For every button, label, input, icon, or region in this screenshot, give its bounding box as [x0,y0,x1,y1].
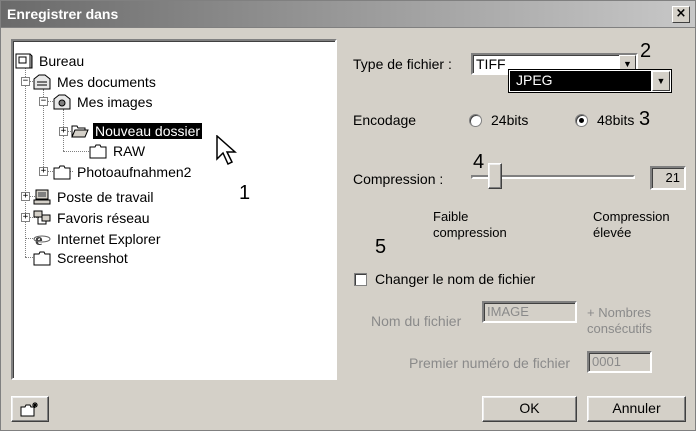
filename-input[interactable]: IMAGE [482,301,577,323]
svg-text:e: e [35,231,43,247]
tree-item-label: Nouveau dossier [93,123,203,139]
radio-24bits[interactable] [469,114,482,127]
callout-number: 4 [473,151,485,173]
tree-connector [63,151,89,152]
filetype-dropdown[interactable]: JPEG ▼ [508,69,672,93]
internet-explorer-icon: e [33,231,51,247]
tree-item-label: Mes images [77,94,153,110]
tree-item-screenshot[interactable]: Screenshot [33,249,130,267]
desktop-icon [15,53,33,69]
encoding-label: Encodage [353,112,417,128]
tree-item-label: Mes documents [57,74,156,90]
tree-item-mes-documents[interactable]: Mes documents [33,73,158,91]
tree-item-label: RAW [113,143,146,159]
folder-tree[interactable]: − − + + + + Bureau Mes documents Mes ima… [11,39,337,380]
callout-number: 1 [239,182,251,204]
low-compression-label: Faible [433,209,469,224]
tree-item-label: Poste de travail [57,189,154,205]
compression-value: 21 [650,166,686,190]
save-dialog: Enregistrer dans × − − + + + + Bureau Me… [0,0,696,431]
folder-icon [33,251,51,266]
pictures-folder-icon [53,94,71,110]
filetype-label: Type de fichier : [353,56,452,72]
expand-toggle[interactable]: + [21,213,30,222]
filetype-value: TIFF [476,56,506,72]
tree-item-label: Internet Explorer [57,231,161,247]
mouse-pointer-icon [216,135,237,166]
tree-item-poste-de-travail[interactable]: Poste de travail [33,188,156,206]
tree-item-favoris-reseau[interactable]: Favoris réseau [33,209,152,227]
callout-number: 5 [375,236,387,258]
high-compression-label: Compression [593,209,670,224]
cancel-button[interactable]: Annuler [587,396,686,422]
expand-toggle[interactable]: + [21,192,30,201]
ok-button[interactable]: OK [482,396,577,422]
rename-checkbox[interactable] [354,273,367,286]
open-folder-icon [71,125,89,138]
tree-item-nouveau-dossier[interactable]: Nouveau dossier [71,122,203,140]
new-folder-icon [20,402,38,417]
tree-item-photoaufnahmen2[interactable]: Photoaufnahmen2 [53,163,193,181]
tree-item-mes-images[interactable]: Mes images [53,93,154,111]
new-folder-button[interactable] [11,396,49,422]
tree-item-raw[interactable]: RAW [89,142,147,160]
collapse-toggle[interactable]: − [39,97,48,106]
radio-48bits[interactable] [575,114,588,127]
filename-label: Nom du fichier [371,313,462,329]
callout-number: 2 [640,40,652,62]
filename-suffix-label: + Nombres [587,305,651,320]
tree-connector [25,61,26,257]
chevron-down-icon[interactable]: ▼ [652,71,670,91]
network-icon [33,210,51,225]
close-icon: × [675,6,687,21]
first-number-label: Premier numéro de fichier [409,355,571,371]
tree-item-label: Bureau [39,53,85,69]
expand-toggle[interactable]: + [39,167,48,176]
high-compression-label: élevée [593,225,632,240]
expand-toggle[interactable]: + [59,127,68,136]
title-bar[interactable]: Enregistrer dans × [1,1,695,28]
tree-item-internet-explorer[interactable]: e Internet Explorer [33,230,163,248]
documents-folder-icon [33,74,51,90]
radio-24bits-label: 24bits [491,112,529,128]
computer-icon [33,189,51,205]
rename-checkbox-label: Changer le nom de fichier [375,271,536,287]
filename-suffix-label: consécutifs [587,321,653,336]
callout-number: 3 [639,108,651,130]
close-button[interactable]: × [672,6,690,23]
collapse-toggle[interactable]: − [21,77,30,86]
tree-item-label: Photoaufnahmen2 [77,164,192,180]
tree-item-label: Screenshot [57,250,128,266]
tree-item-label: Favoris réseau [57,210,150,226]
dropdown-option-jpeg[interactable]: JPEG [510,71,651,91]
first-number-input[interactable]: 0001 [587,351,652,373]
folder-icon [89,144,107,159]
folder-icon [53,165,71,180]
compression-label: Compression : [353,171,444,187]
window-title: Enregistrer dans [7,6,119,22]
tree-item-bureau[interactable]: Bureau [15,52,86,70]
low-compression-label: compression [433,225,507,240]
compression-slider-thumb[interactable] [487,163,502,189]
radio-48bits-label: 48bits [597,112,635,128]
